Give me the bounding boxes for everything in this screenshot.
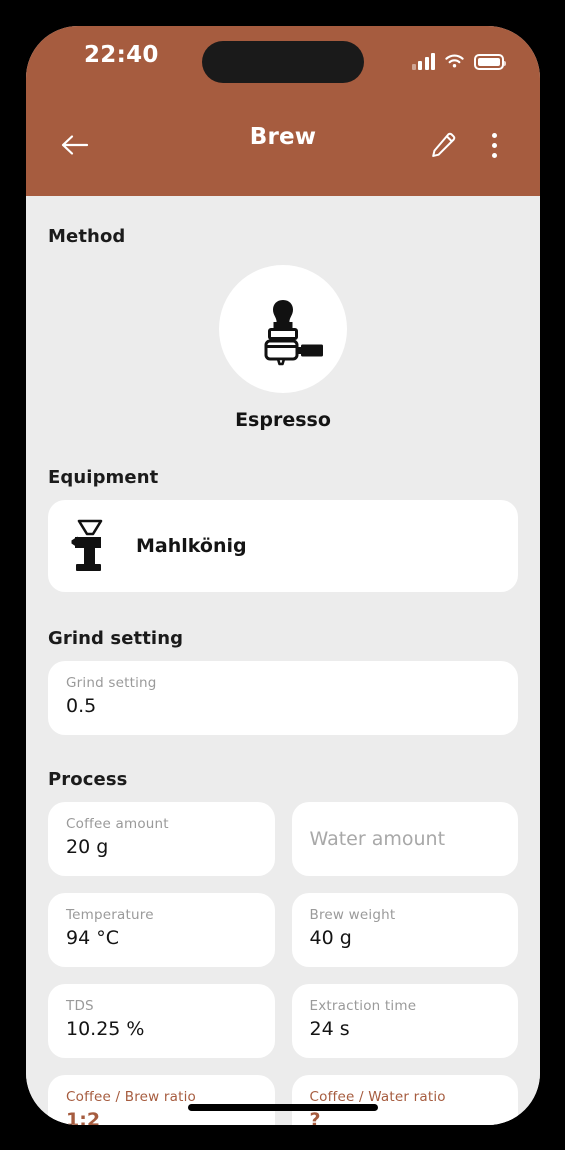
wifi-icon: [445, 54, 464, 68]
process-field-coffee-water-ratio[interactable]: Coffee / Water ratio ?: [291, 1075, 518, 1125]
equipment-name: Mahlkönig: [136, 535, 247, 557]
more-vertical-icon: [491, 132, 497, 158]
field-label: Coffee / Water ratio: [309, 1089, 446, 1105]
method-name: Espresso: [235, 409, 331, 431]
field-label: Temperature: [66, 907, 154, 923]
method-icon-circle: [219, 265, 347, 393]
field-placeholder: Water amount: [309, 828, 446, 850]
field-value: 20 g: [66, 836, 109, 858]
cellular-signal-icon: [411, 53, 435, 70]
espresso-portafilter-tamper-icon: [264, 300, 323, 366]
field-label: Grind setting: [66, 675, 157, 691]
brew-content: Method Espresso Equipment Mahlkönig Grin…: [26, 196, 540, 1125]
field-label: Coffee amount: [66, 816, 169, 832]
status-bar-time: 22:40: [84, 42, 159, 68]
field-value: 0.5: [66, 695, 97, 717]
process-field-water-amount[interactable]: Water amount: [291, 802, 518, 876]
battery-full-icon: [474, 54, 506, 70]
dynamic-island: [202, 41, 364, 83]
process-field-coffee-amount[interactable]: Coffee amount 20 g: [48, 802, 275, 876]
grind-setting-field[interactable]: Grind setting 0.5: [48, 661, 518, 735]
field-label: Brew weight: [309, 907, 396, 923]
app-bar: Brew: [26, 98, 540, 196]
process-field-temperature[interactable]: Temperature 94 °C: [48, 893, 275, 967]
edit-button[interactable]: [418, 120, 468, 170]
process-fields-grid: Coffee amount 20 g Water amount Temperat…: [48, 802, 518, 1125]
phone-screen: 22:40 Brew Method Espresso Equipment Mah…: [26, 26, 540, 1125]
field-label: Extraction time: [309, 998, 417, 1014]
section-title-method: Method: [48, 226, 126, 247]
section-title-grind-setting: Grind setting: [48, 628, 184, 649]
pencil-icon: [432, 132, 456, 157]
field-value: 1:2: [66, 1109, 101, 1125]
process-field-coffee-brew-ratio[interactable]: Coffee / Brew ratio 1:2: [48, 1075, 275, 1125]
phone-frame: 22:40 Brew Method Espresso Equipment Mah…: [0, 0, 565, 1150]
status-bar-icons: [411, 46, 506, 70]
field-value: 94 °C: [66, 927, 119, 949]
coffee-grinder-icon: [71, 519, 103, 571]
status-bar: 22:40: [26, 26, 540, 98]
process-field-extraction-time[interactable]: Extraction time 24 s: [291, 984, 518, 1058]
process-field-brew-weight[interactable]: Brew weight 40 g: [291, 893, 518, 967]
field-label: TDS: [66, 998, 94, 1014]
field-value: 40 g: [309, 927, 352, 949]
field-value: 10.25 %: [66, 1018, 145, 1040]
field-value: 24 s: [309, 1018, 350, 1040]
process-field-tds[interactable]: TDS 10.25 %: [48, 984, 275, 1058]
equipment-card[interactable]: Mahlkönig: [48, 500, 518, 592]
field-value: ?: [309, 1109, 321, 1125]
more-options-button[interactable]: [474, 120, 514, 170]
section-title-process: Process: [48, 769, 128, 790]
home-indicator[interactable]: [188, 1104, 378, 1111]
section-title-equipment: Equipment: [48, 467, 159, 488]
method-selector[interactable]: Espresso: [26, 247, 540, 431]
field-label: Coffee / Brew ratio: [66, 1089, 197, 1105]
